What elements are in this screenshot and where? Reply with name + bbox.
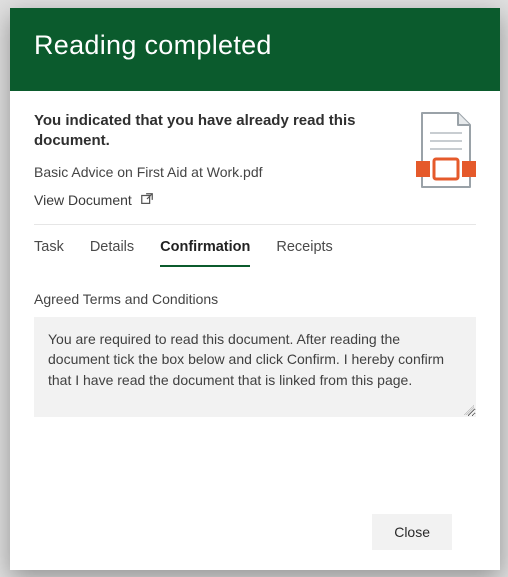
- terms-text: You are required to read this document. …: [48, 331, 444, 388]
- dialog-body: You indicated that you have already read…: [10, 91, 500, 570]
- terms-section-label: Agreed Terms and Conditions: [34, 291, 476, 307]
- tab-details[interactable]: Details: [90, 239, 134, 267]
- document-icon: [416, 111, 476, 210]
- close-button[interactable]: Close: [372, 514, 452, 550]
- dialog-footer: Close: [34, 500, 476, 570]
- reading-completed-dialog: Reading completed You indicated that you…: [10, 8, 500, 570]
- dialog-header: Reading completed: [10, 8, 500, 91]
- tab-confirmation[interactable]: Confirmation: [160, 239, 250, 267]
- view-document-link[interactable]: View Document: [34, 192, 154, 209]
- summary-row: You indicated that you have already read…: [34, 111, 476, 225]
- external-link-icon: [140, 192, 154, 209]
- tab-receipts[interactable]: Receipts: [276, 239, 332, 267]
- document-filename: Basic Advice on First Aid at Work.pdf: [34, 164, 398, 180]
- view-document-label: View Document: [34, 192, 132, 208]
- summary-text: You indicated that you have already read…: [34, 111, 398, 210]
- terms-textbox[interactable]: You are required to read this document. …: [34, 317, 476, 417]
- tab-task[interactable]: Task: [34, 239, 64, 267]
- summary-lead: You indicated that you have already read…: [34, 111, 398, 152]
- dialog-title: Reading completed: [34, 30, 476, 61]
- tabs: Task Details Confirmation Receipts: [34, 225, 476, 267]
